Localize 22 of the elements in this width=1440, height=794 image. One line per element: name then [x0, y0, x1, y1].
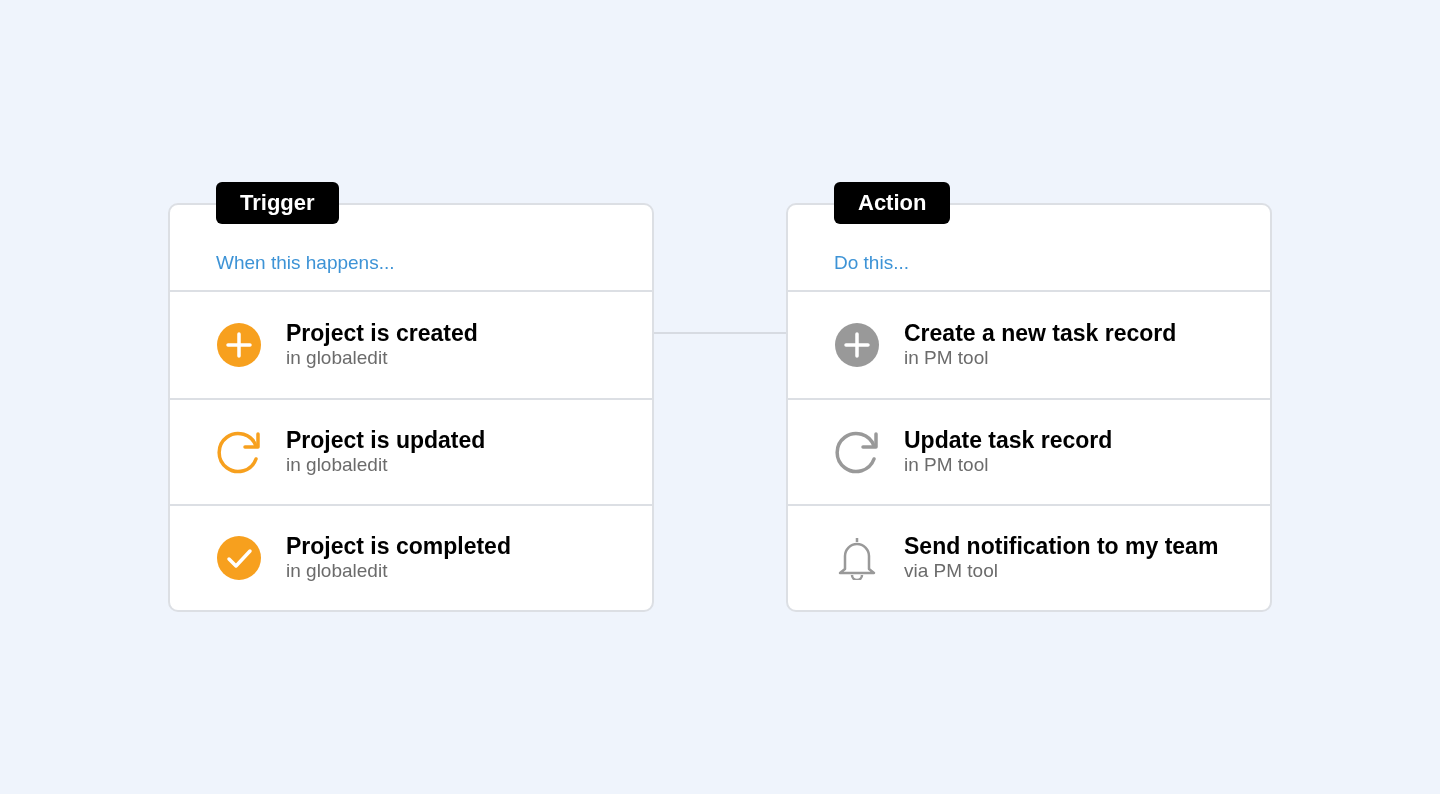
step-label: Action: [834, 182, 951, 225]
option-row[interactable]: Project is completed in globaledit: [170, 504, 652, 610]
option-title: Update task record: [904, 426, 1113, 455]
option-subtitle: via PM tool: [904, 560, 999, 584]
option-title: Create a new task record: [904, 319, 1177, 348]
option-subtitle: in globaledit: [286, 560, 389, 584]
option-row[interactable]: Update task record in PM tool: [788, 398, 1270, 504]
option-title: Project is updated: [286, 426, 486, 455]
option-row[interactable]: Send notification to my team via PM tool: [788, 504, 1270, 610]
card-heading: When this happens...: [216, 252, 395, 273]
option-row[interactable]: Project is created in globaledit: [170, 292, 652, 398]
option-subtitle: in globaledit: [286, 347, 389, 371]
option-row[interactable]: Project is updated in globaledit: [170, 398, 652, 504]
option-title: Project is completed: [286, 532, 511, 561]
card-heading: Do this...: [834, 252, 909, 273]
option-subtitle: in globaledit: [286, 454, 389, 478]
option-subtitle: in PM tool: [904, 454, 990, 478]
option-title: Project is created: [286, 319, 478, 348]
step-label: Trigger: [216, 182, 339, 225]
option-row[interactable]: Create a new task record in PM tool: [788, 292, 1270, 398]
option-title: Send notification to my team: [904, 532, 1219, 561]
option-subtitle: in PM tool: [904, 347, 990, 371]
